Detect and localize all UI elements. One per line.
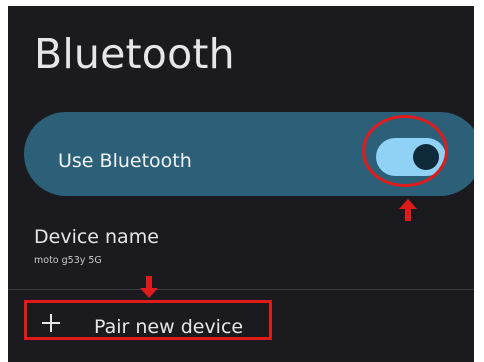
annotation-arrow-down-icon [140, 276, 158, 298]
device-name-value: moto g53y 5G [34, 255, 102, 266]
divider [8, 289, 474, 290]
annotation-rectangle [24, 300, 272, 340]
page-title: Bluetooth [34, 30, 235, 78]
device-name-title[interactable]: Device name [34, 226, 159, 248]
annotation-circle [362, 115, 448, 187]
use-bluetooth-label: Use Bluetooth [58, 150, 192, 172]
annotation-arrow-up-icon [399, 199, 417, 221]
